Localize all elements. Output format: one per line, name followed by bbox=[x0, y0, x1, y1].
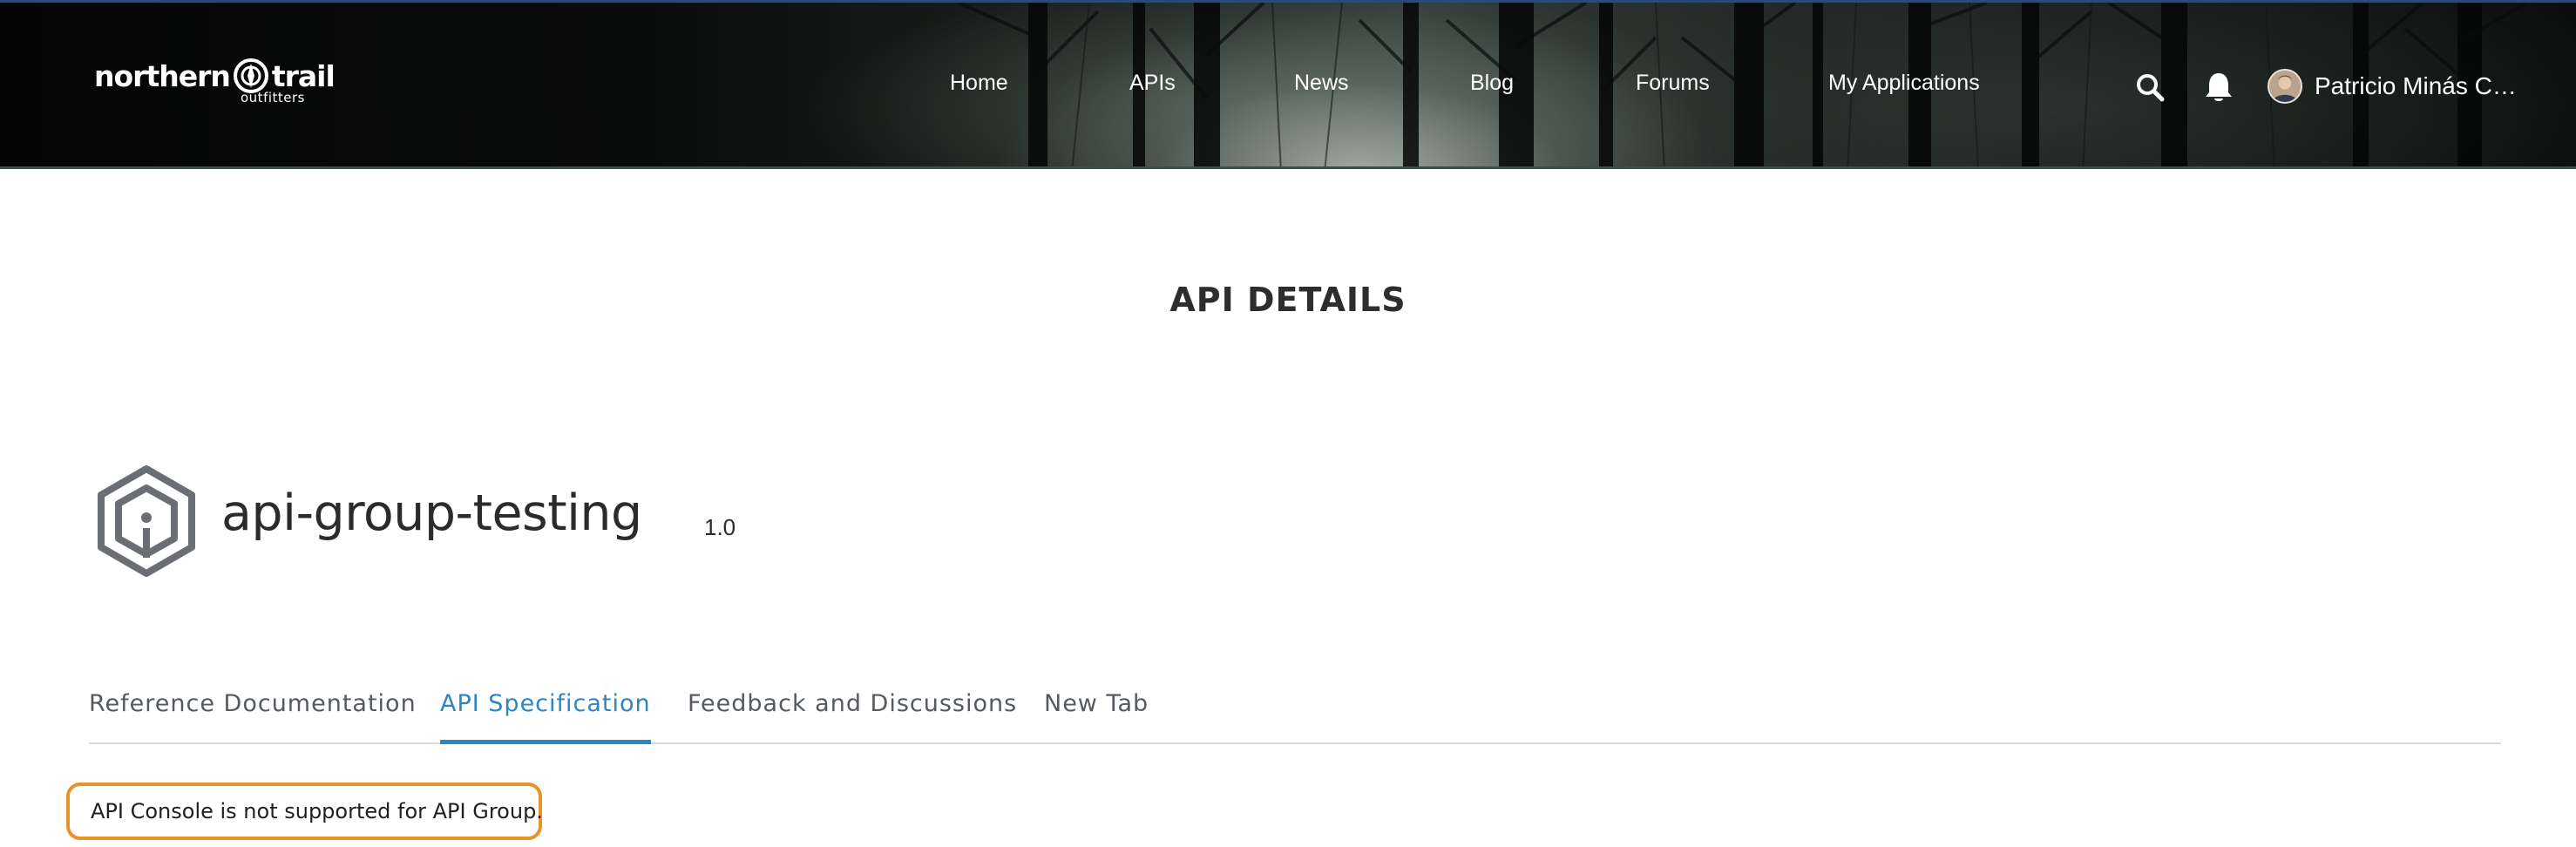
avatar[interactable] bbox=[2268, 69, 2302, 104]
search-icon[interactable] bbox=[2135, 72, 2165, 102]
logo-word-left: northern bbox=[94, 58, 231, 93]
header-divider bbox=[0, 166, 2576, 169]
page-title: API DETAILS bbox=[1169, 281, 1407, 319]
brand-logo[interactable]: northern trail outfitters bbox=[94, 57, 336, 105]
nav-item-news[interactable]: News bbox=[1294, 71, 1349, 96]
nav-item-apis[interactable]: APIs bbox=[1129, 71, 1176, 96]
api-hexagon-icon bbox=[98, 465, 195, 577]
tab-reference-documentation[interactable]: Reference Documentation bbox=[89, 690, 417, 744]
nav-item-home[interactable]: Home bbox=[950, 71, 1008, 96]
notice-text: API Console is not supported for API Gro… bbox=[91, 799, 543, 823]
api-console-notice: API Console is not supported for API Gro… bbox=[66, 783, 543, 840]
logo-word-right: trail bbox=[271, 58, 336, 93]
tab-new-tab[interactable]: New Tab bbox=[1044, 690, 1149, 744]
api-version: 1.0 bbox=[704, 514, 736, 540]
forest-background-image bbox=[958, 3, 2528, 169]
api-name: api-group-testing bbox=[221, 484, 642, 542]
nav-item-blog[interactable]: Blog bbox=[1470, 71, 1514, 96]
site-header: northern trail outfitters Home APIs News… bbox=[0, 0, 2576, 169]
bell-icon[interactable] bbox=[2203, 71, 2234, 104]
tab-feedback-and-discussions[interactable]: Feedback and Discussions bbox=[688, 690, 1017, 744]
logo-tagline: outfitters bbox=[241, 90, 305, 105]
user-avatar-icon bbox=[2269, 71, 2301, 102]
tab-api-specification[interactable]: API Specification bbox=[440, 690, 651, 744]
nav-item-my-applications[interactable]: My Applications bbox=[1828, 71, 1980, 96]
nav-item-forums[interactable]: Forums bbox=[1636, 71, 1710, 96]
user-menu-name[interactable]: Patricio Minás Ca... bbox=[2315, 72, 2524, 100]
api-tabs: Reference Documentation API Specificatio… bbox=[89, 690, 2501, 744]
